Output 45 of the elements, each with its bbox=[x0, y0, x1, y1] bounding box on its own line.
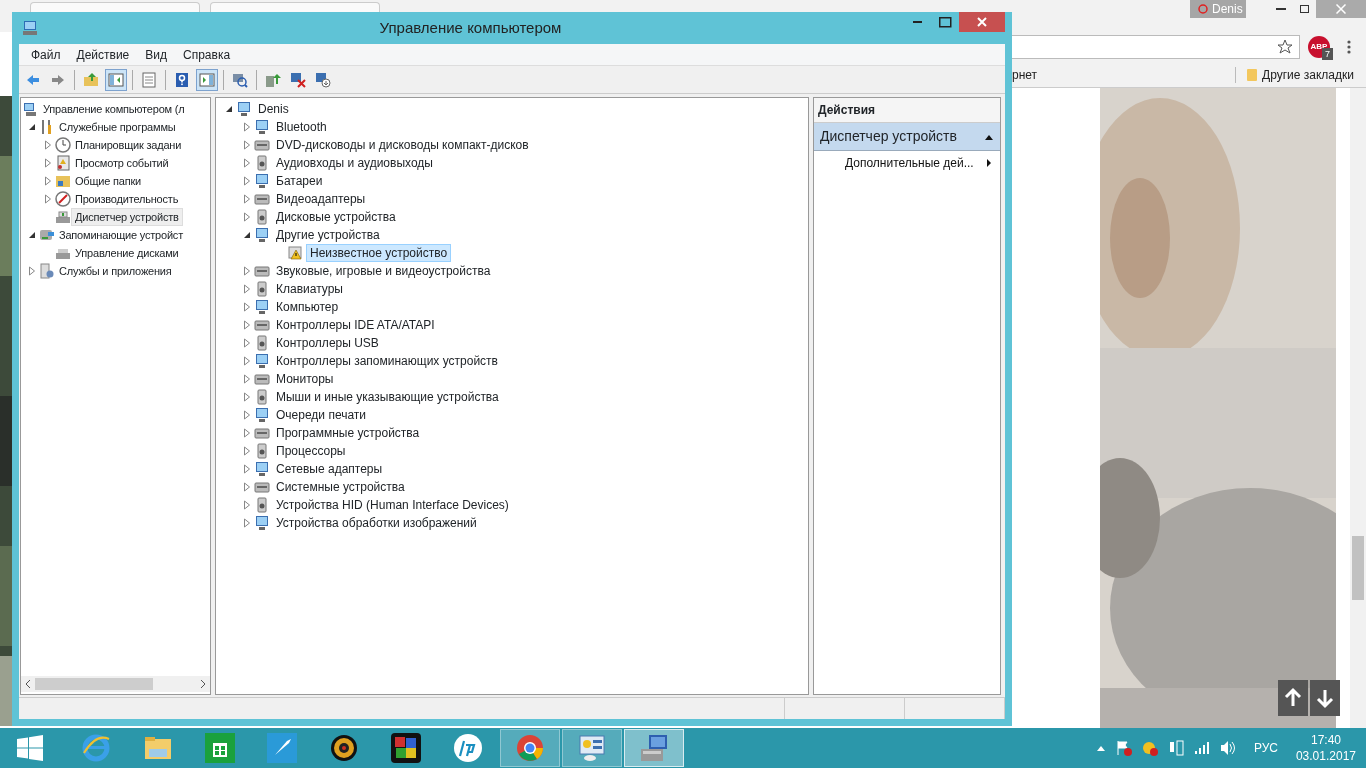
tree-item[interactable]: Процессоры bbox=[272, 442, 350, 460]
tree-item[interactable]: Контроллеры USB bbox=[272, 334, 383, 352]
tree-item[interactable]: Другие устройства bbox=[272, 226, 384, 244]
section-header[interactable]: Диспетчер устройств bbox=[814, 123, 1000, 151]
tree-item[interactable]: Мыши и иные указывающие устройства bbox=[272, 388, 503, 406]
menu-item[interactable]: Файл bbox=[23, 45, 69, 64]
count-badge: 7 bbox=[1322, 48, 1333, 60]
tree-item[interactable]: Планировщик задани bbox=[71, 136, 186, 154]
tree-item[interactable]: Диспетчер устройств bbox=[71, 208, 183, 226]
menu-item[interactable]: Вид bbox=[137, 45, 175, 64]
tree-item[interactable]: Контроллеры запоминающих устройств bbox=[272, 352, 502, 370]
tree-item[interactable]: Устройства HID (Human Interface Devices) bbox=[272, 496, 513, 514]
tree-item[interactable]: Bluetooth bbox=[272, 118, 331, 136]
tree-item[interactable]: Запоминающие устройст bbox=[55, 226, 187, 244]
tree-item[interactable]: Служебные программы bbox=[55, 118, 180, 136]
action-link[interactable]: Дополнительные дей... bbox=[845, 154, 986, 172]
tree-item[interactable]: Службы и приложения bbox=[55, 262, 176, 280]
tree-item[interactable]: Клавиатуры bbox=[272, 280, 347, 298]
bookmark-folder[interactable]: Другие закладки bbox=[1246, 65, 1354, 84]
menu-item[interactable]: Справка bbox=[175, 45, 239, 64]
tree-item[interactable]: Батареи bbox=[272, 172, 327, 190]
tree-item[interactable]: Контроллеры IDE ATA/ATAPI bbox=[272, 316, 439, 334]
tree-item[interactable]: Программные устройства bbox=[272, 424, 424, 442]
tree-item[interactable]: Компьютер bbox=[272, 298, 343, 316]
tree-item[interactable]: Системные устройства bbox=[272, 478, 409, 496]
tree-item[interactable]: Аудиовходы и аудиовыходы bbox=[272, 154, 437, 172]
tree-item[interactable]: Очереди печати bbox=[272, 406, 371, 424]
tree-item[interactable]: Denis bbox=[254, 100, 293, 118]
tree-item[interactable]: Общие папки bbox=[71, 172, 145, 190]
tree-item[interactable]: Управление дисками bbox=[71, 244, 183, 262]
tree-item[interactable]: Просмотр событий bbox=[71, 154, 173, 172]
tree-item[interactable]: DVD-дисководы и дисководы компакт-дисков bbox=[272, 136, 533, 154]
tree-item[interactable]: Производительность bbox=[71, 190, 183, 208]
tree-item[interactable]: Устройства обработки изображений bbox=[272, 514, 481, 532]
bookmark-link[interactable]: рнет bbox=[1012, 65, 1038, 84]
tree-item[interactable]: Управление компьютером (л bbox=[39, 100, 189, 118]
tree-item[interactable]: Неизвестное устройство bbox=[306, 244, 452, 262]
tree-item[interactable]: Видеоадаптеры bbox=[272, 190, 370, 208]
pane-header: Действия bbox=[814, 98, 1000, 123]
window-title: Управление компьютером bbox=[379, 17, 562, 38]
tree-item[interactable]: Звуковые, игровые и видеоустройства bbox=[272, 262, 495, 280]
tree-item[interactable]: Сетевые адаптеры bbox=[272, 460, 387, 478]
menu-item[interactable]: Действие bbox=[68, 45, 138, 64]
tree-item[interactable]: Дисковые устройства bbox=[272, 208, 400, 226]
tree-item[interactable]: Мониторы bbox=[272, 370, 338, 388]
